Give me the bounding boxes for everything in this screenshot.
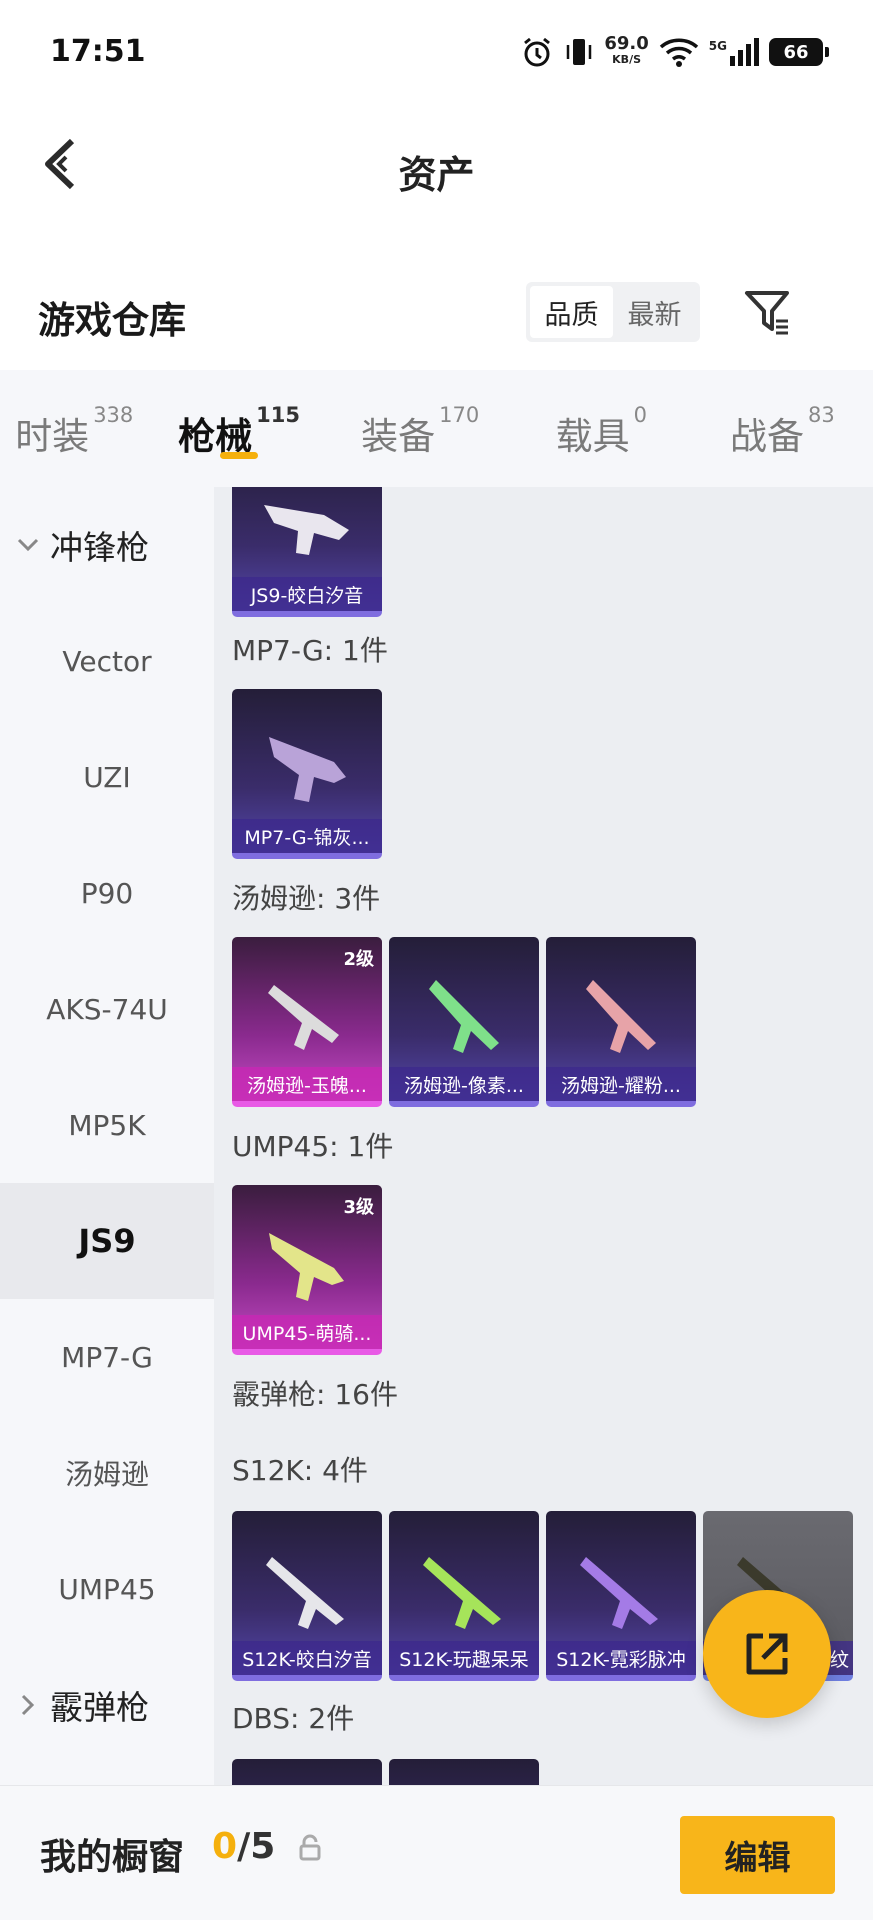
weapon-type-sidebar: 冲锋枪 Vector UZI P90 AKS-74U MP5K JS9 MP7-…	[0, 487, 214, 1785]
sidebar-group-smg[interactable]: 冲锋枪	[0, 487, 214, 603]
weapon-card-s12k-3[interactable]: S12K-霓彩脉冲	[546, 1511, 696, 1681]
tab-vehicles[interactable]: 载具0	[511, 370, 692, 487]
sort-toggle: 品质 最新	[526, 282, 700, 342]
share-button[interactable]	[703, 1590, 831, 1718]
warehouse-header: 游戏仓库 品质 最新	[0, 260, 873, 370]
lock-icon	[299, 1834, 321, 1861]
section-label-ump45: UMP45: 1件	[232, 1130, 394, 1163]
chevron-down-icon	[16, 533, 40, 557]
section-label-dbs: DBS: 2件	[232, 1702, 355, 1735]
gun-icon	[268, 985, 339, 1050]
tab-equipment[interactable]: 装备170	[330, 370, 511, 487]
section-label-s12k: S12K: 4件	[232, 1454, 368, 1487]
sidebar-group-shotgun[interactable]: 霰弹枪	[0, 1647, 214, 1763]
section-label-mp7: MP7-G: 1件	[232, 634, 388, 667]
gun-icon	[264, 505, 349, 555]
section-label-thompson: 汤姆逊: 3件	[232, 882, 381, 915]
sidebar-item-thompson[interactable]: 汤姆逊	[0, 1415, 214, 1531]
wifi-icon	[659, 38, 698, 67]
tab-active-indicator	[220, 452, 259, 459]
gun-icon	[423, 1557, 501, 1629]
status-bar: 17:51 69.0 KB/S 5G 66	[0, 0, 873, 104]
status-icons: 69.0 KB/S 5G 66	[520, 30, 829, 74]
weapon-card-thompson-3[interactable]: 汤姆逊-耀粉...	[546, 937, 696, 1107]
sidebar-item-uzi[interactable]: UZI	[0, 719, 214, 835]
share-icon	[746, 1633, 788, 1675]
weapon-card-thompson-2[interactable]: 汤姆逊-像素...	[389, 937, 539, 1107]
page-title: 资产	[398, 153, 475, 197]
weapon-card-s12k-2[interactable]: S12K-玩趣呆呆	[389, 1511, 539, 1681]
filter-button[interactable]	[740, 284, 796, 340]
vibrate-icon	[567, 39, 592, 65]
sidebar-item-mp5k[interactable]: MP5K	[0, 1067, 214, 1183]
gun-icon	[429, 980, 499, 1053]
signal-icon: 5G	[709, 38, 759, 66]
showcase-bar: 我的橱窗 0/5 编辑	[0, 1785, 873, 1920]
weapon-card-js9[interactable]: JS9-皎白汐音	[232, 487, 382, 617]
tab-supplies[interactable]: 战备83	[692, 370, 873, 487]
weapon-card-dbs-1[interactable]	[232, 1759, 382, 1785]
weapon-card-mp7[interactable]: MP7-G-锦灰...	[232, 689, 382, 859]
sidebar-item-ump45[interactable]: UMP45	[0, 1531, 214, 1647]
weapon-card-thompson-1[interactable]: 2级 汤姆逊-玉魄...	[232, 937, 382, 1107]
tab-weapons[interactable]: 枪械115	[148, 370, 329, 487]
chevron-right-icon	[16, 1693, 40, 1717]
battery-icon: 66	[769, 38, 829, 66]
sidebar-item-js9[interactable]: JS9	[0, 1183, 214, 1299]
sidebar-item-p90[interactable]: P90	[0, 835, 214, 951]
showcase-label: 我的橱窗	[40, 1837, 185, 1878]
alarm-icon	[524, 37, 551, 67]
weapon-card-ump45[interactable]: 3级 UMP45-萌骑...	[232, 1185, 382, 1355]
gun-icon	[586, 980, 656, 1053]
net-speed: 69.0 KB/S	[604, 33, 649, 67]
gun-icon	[580, 1557, 658, 1629]
sidebar-item-vector[interactable]: Vector	[0, 603, 214, 719]
title-bar: 资产	[0, 104, 873, 224]
tab-fashion[interactable]: 时装338	[0, 370, 148, 487]
warehouse-title: 游戏仓库	[38, 299, 186, 342]
sort-latest-option[interactable]: 最新	[613, 286, 696, 338]
sidebar-item-aks74u[interactable]: AKS-74U	[0, 951, 214, 1067]
gun-icon	[266, 1557, 344, 1629]
showcase-count: 0/5	[212, 1826, 276, 1867]
gun-icon	[269, 737, 346, 802]
sort-quality-option[interactable]: 品质	[530, 286, 613, 338]
filter-icon	[745, 291, 789, 335]
section-label-shotgun: 霰弹枪: 16件	[232, 1378, 398, 1411]
weapon-card-s12k-1[interactable]: S12K-皎白汐音	[232, 1511, 382, 1681]
category-tabs: 时装338 枪械115 装备170 载具0 战备83	[0, 370, 873, 487]
status-time: 17:51	[50, 34, 146, 69]
weapon-card-dbs-2[interactable]	[389, 1759, 539, 1785]
edit-button[interactable]: 编辑	[680, 1816, 835, 1894]
gun-icon	[269, 1233, 344, 1301]
sidebar-item-mp7g[interactable]: MP7-G	[0, 1299, 214, 1415]
